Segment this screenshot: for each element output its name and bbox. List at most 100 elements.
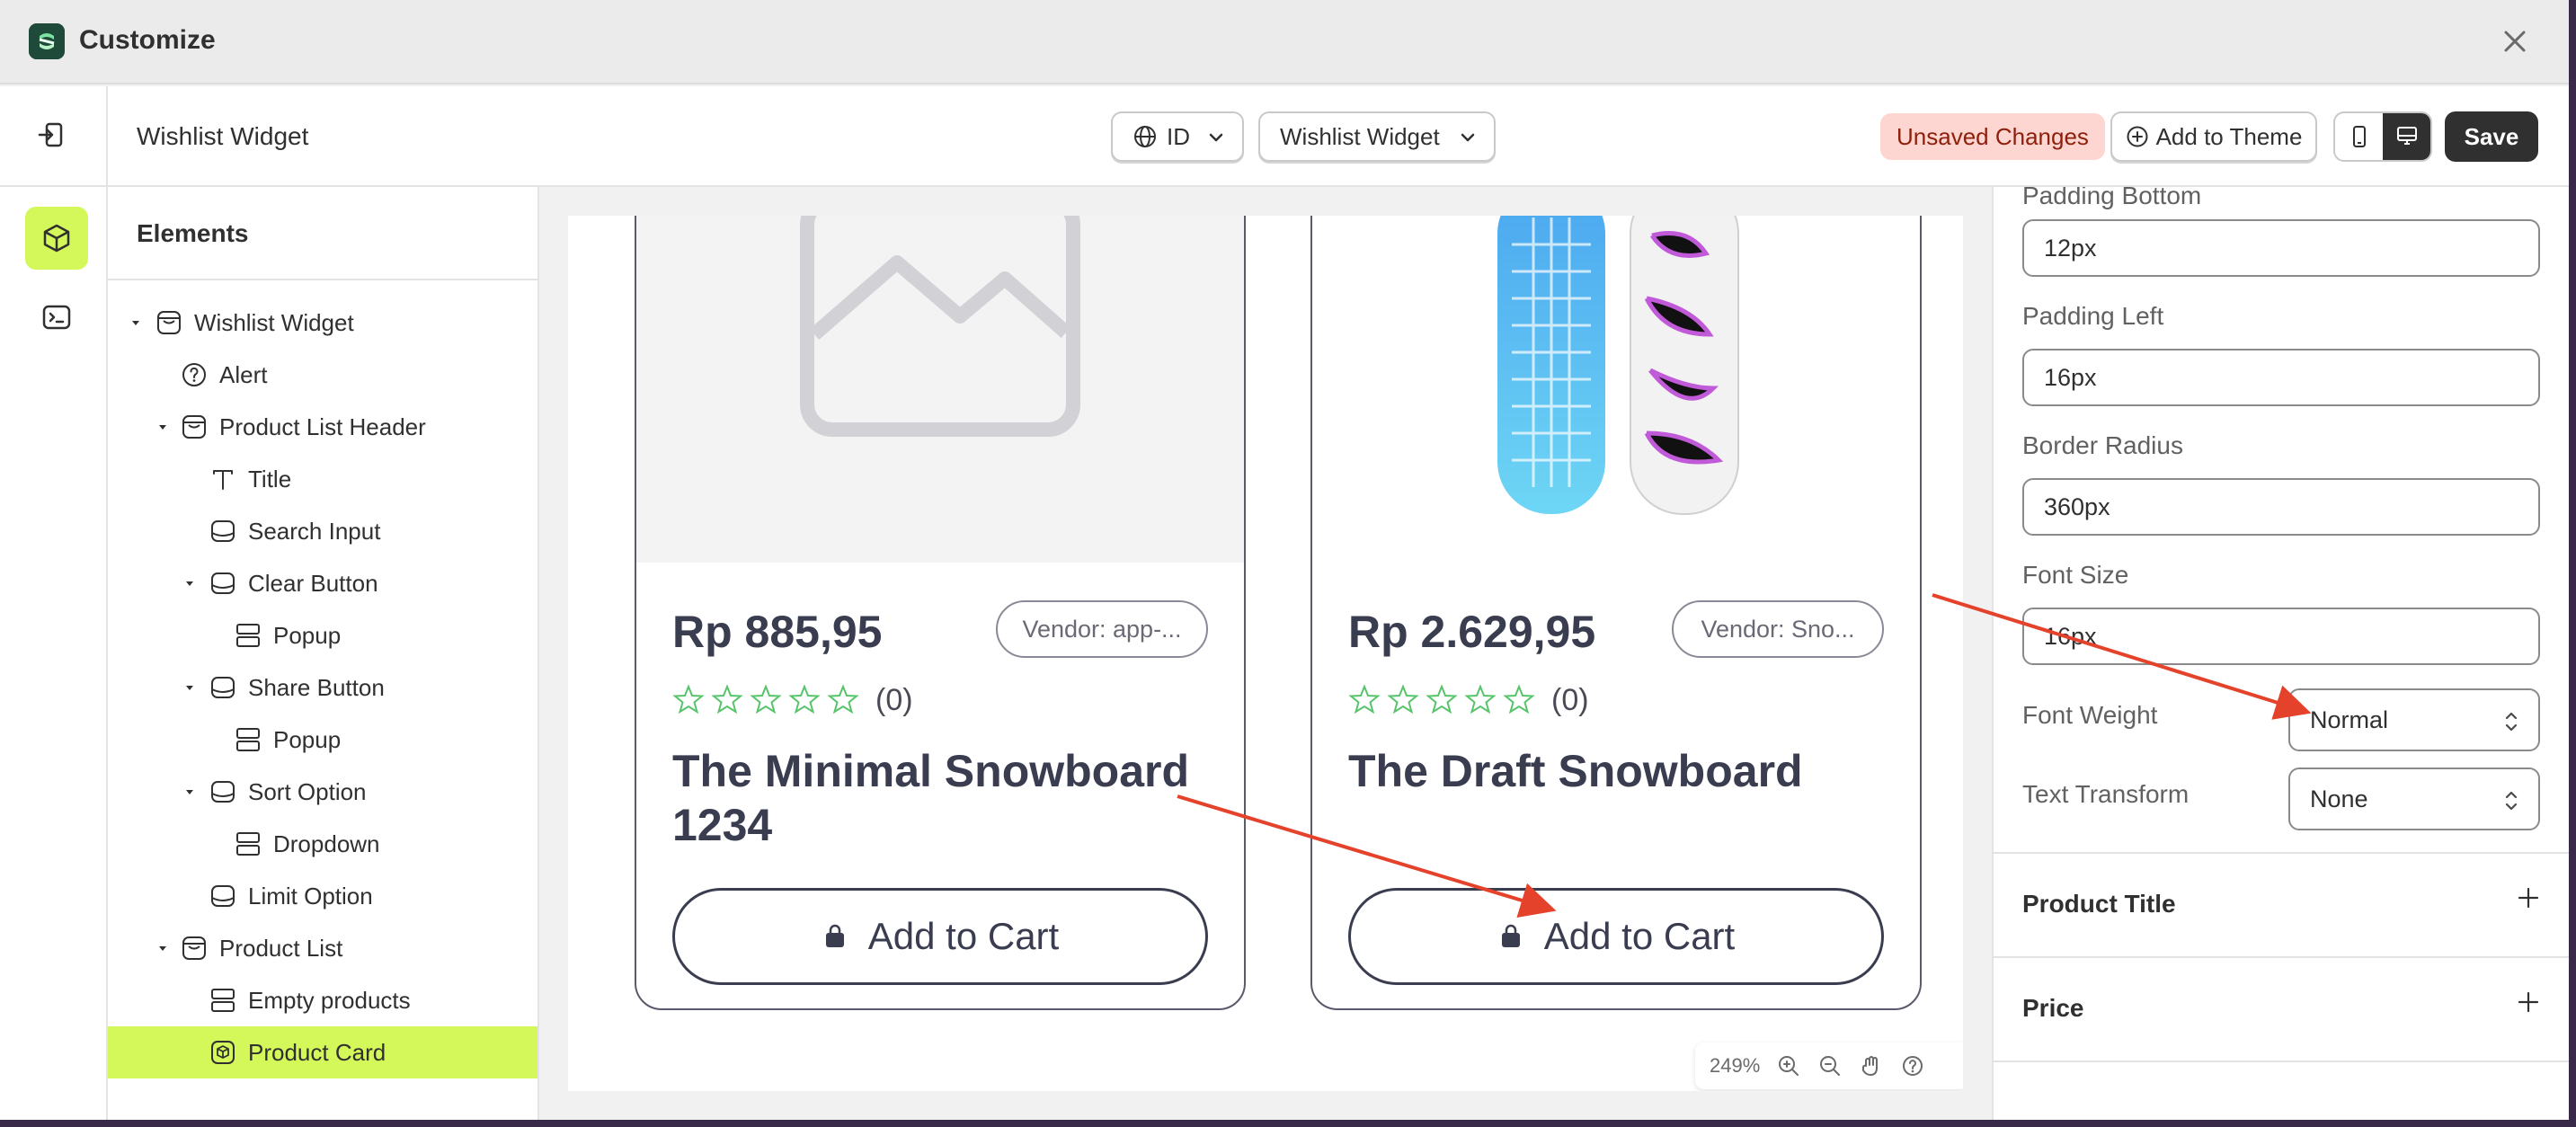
border-radius-input[interactable]: 360px [2022,478,2540,536]
tree-item[interactable]: Empty products [108,974,537,1026]
vendor-badge[interactable]: Vendor: Sno... [1672,600,1884,658]
widget-select[interactable]: Wishlist Widget [1258,111,1496,162]
padding-left-label: Padding Left [2022,302,2164,330]
block-icon [209,882,237,910]
font-weight-select[interactable]: Normal [2288,688,2540,751]
product-title[interactable]: The Draft Snowboard [1348,744,1888,798]
close-icon[interactable] [2497,23,2533,59]
exit-area [0,86,108,187]
star-icon [1387,684,1419,714]
desktop-icon [2396,127,2417,145]
tree-item-label: Dropdown [273,830,380,857]
text-transform-value: None [2310,785,2368,812]
padding-bottom-input[interactable]: 12px [2022,219,2540,277]
tree-item-label: Popup [273,622,342,649]
star-icon [827,684,859,714]
language-select[interactable]: ID [1111,111,1244,162]
vendor-badge[interactable]: Vendor: app-... [996,600,1208,658]
tree-item[interactable]: Popup [108,714,537,766]
mobile-icon [2352,126,2366,147]
save-button[interactable]: Save [2445,111,2538,162]
unsaved-changes-badge: Unsaved Changes [1880,113,2105,160]
zoom-in-icon[interactable] [1776,1053,1801,1078]
desktop-view-button[interactable] [2383,113,2430,160]
product-image [636,216,1244,563]
product-card[interactable]: Rp 885,95 Vendor: app-... (0) The Minima… [635,216,1246,1010]
tree-item-label: Share Button [248,674,385,701]
add-to-cart-label: Add to Cart [867,915,1060,957]
section-product-title[interactable]: Product Title [2022,890,2176,918]
zoom-level: 249% [1710,1054,1761,1077]
tree-item[interactable]: Sort Option [108,766,537,818]
exit-icon[interactable] [34,117,70,153]
block-icon [209,517,237,546]
caret-down-icon[interactable] [182,679,198,696]
tree-item-label: Sort Option [248,778,367,805]
tree-item[interactable]: Product Card [108,1026,537,1078]
caret-down-icon[interactable] [182,575,198,591]
hand-pan-icon[interactable] [1859,1053,1884,1078]
product-card[interactable]: Rp 2.629,95 Vendor: Sno... (0) The Draft… [1310,216,1922,1010]
add-to-theme-button[interactable]: Add to Theme [2110,111,2317,162]
font-size-label: Font Size [2022,561,2129,589]
zoom-out-icon[interactable] [1817,1053,1843,1078]
star-icon [1503,684,1535,714]
product-title[interactable]: The Minimal Snowboard 1234 [672,744,1212,852]
tree-item[interactable]: Product List [108,922,537,974]
editor-toolbar: Wishlist Widget ID Wishlist Widget Unsav… [0,86,2569,187]
elements-heading: Elements [108,187,537,280]
tree-item[interactable]: Wishlist Widget [108,297,537,349]
star-icon [672,684,705,714]
select-arrows-icon [2500,708,2522,735]
font-size-input[interactable]: 16px [2022,608,2540,665]
layout-icon [234,830,262,858]
tree-item[interactable]: Share Button [108,661,537,714]
section-price[interactable]: Price [2022,994,2084,1023]
tree-item-label: Product Card [248,1039,386,1066]
tree-item[interactable]: Product List Header [108,401,537,453]
tree-item-label: Popup [273,726,342,753]
cube-icon [43,224,70,253]
section-icon [180,413,209,441]
terminal-icon [42,305,71,330]
tree-item[interactable]: Dropdown [108,818,537,870]
product-image [1312,216,1920,563]
caret-down-icon[interactable] [155,940,171,956]
tree-item[interactable]: Alert [108,349,537,401]
layout-icon [234,621,262,650]
zoom-controls: 249% [1695,1043,1963,1089]
review-count: (0) [875,683,913,717]
plus-icon[interactable] [2517,886,2540,910]
tree-item-label: Wishlist Widget [194,309,354,336]
caret-down-icon[interactable] [128,315,144,331]
caret-down-icon[interactable] [155,419,171,435]
add-to-cart-button[interactable]: Add to Cart [672,888,1208,985]
custom-code-tab[interactable] [25,286,88,349]
elements-tab[interactable] [25,207,88,270]
tree-item[interactable]: Search Input [108,505,537,557]
star-icon [711,684,743,714]
language-value: ID [1167,122,1190,150]
mobile-view-button[interactable] [2335,113,2383,160]
star-icon [750,684,782,714]
chevron-down-icon [1209,133,1223,142]
add-to-cart-button[interactable]: Add to Cart [1348,888,1884,985]
product-price: Rp 2.629,95 [1348,607,1596,657]
tree-item[interactable]: Title [108,453,537,505]
tree-item-label: Clear Button [248,570,378,597]
product-price: Rp 885,95 [672,607,883,657]
chevron-down-icon [1461,133,1475,142]
tree-item[interactable]: Popup [108,609,537,661]
tree-item[interactable]: Limit Option [108,870,537,922]
caret-down-icon[interactable] [182,784,198,800]
placeholder-image-icon [800,216,1080,437]
window-title: Customize [79,25,216,55]
left-rail [0,187,108,1120]
plus-icon[interactable] [2517,990,2540,1014]
tree-item[interactable]: Clear Button [108,557,537,609]
divider [1994,1060,2569,1062]
font-weight-label: Font Weight [2022,701,2158,729]
text-transform-select[interactable]: None [2288,768,2540,830]
help-icon[interactable] [1900,1053,1925,1078]
padding-left-input[interactable]: 16px [2022,349,2540,406]
